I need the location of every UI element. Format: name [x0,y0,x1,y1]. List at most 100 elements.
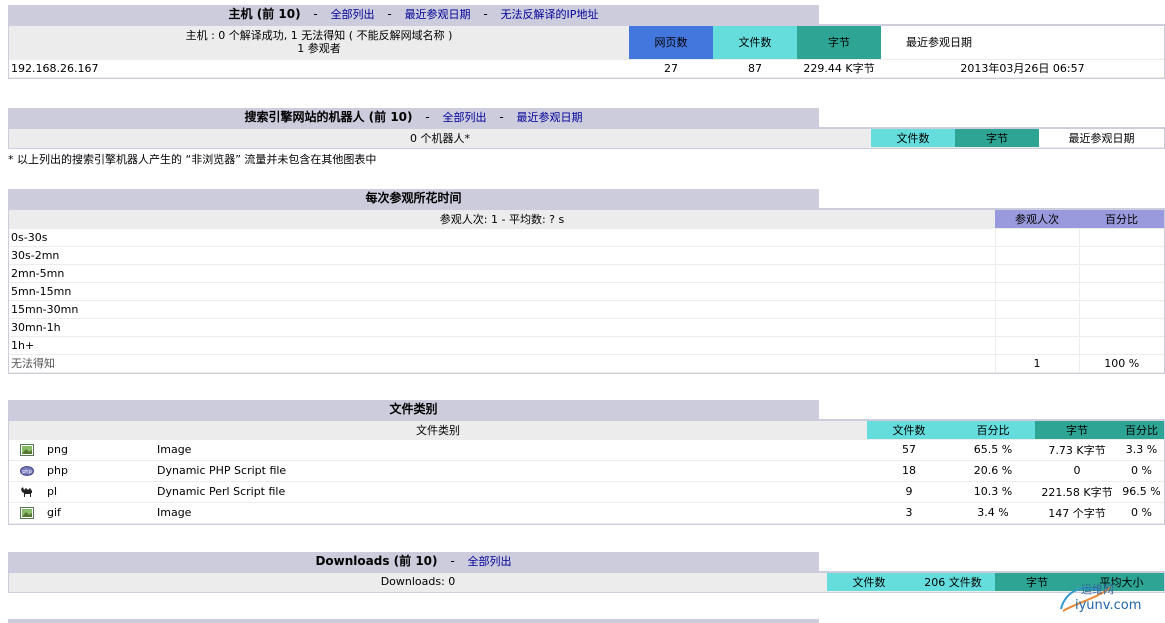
filetype-ext: pl [45,481,155,503]
table-row: gif Image 3 3.4 % 147 个字节 0 % [9,502,1164,524]
watermark-line2: iyunv.com [1075,598,1142,613]
host-last-visit: 2013年03月26日 06:57 [881,59,1164,78]
duration-label: 0s-30s [9,228,995,247]
hosts-title: 主机 (前 10) [228,7,301,21]
table-row: pl Dynamic Perl Script file 9 10.3 % 221… [9,481,1164,503]
filetype-files: 57 [867,439,952,461]
host-pages: 27 [629,59,713,78]
duration-visits [994,246,1079,265]
watermark-logo: 运维网 iyunv.com [1051,579,1161,619]
duration-visits [994,336,1079,355]
downloads-summary: Downloads: 0 [9,573,827,592]
downloads-link-full-list[interactable]: 全部列出 [468,555,512,568]
duration-section: 每次参观所花时间 参观人次: 1 - 平均数: ? s 参观人次 百分比 0s-… [8,189,1165,374]
duration-label: 15mn-30mn [9,300,995,319]
robots-header-files: 文件数 [871,129,955,148]
filetype-ext: gif [45,502,155,524]
filetype-bytes-percent: 3.3 % [1119,439,1164,461]
hosts-section: 主机 (前 10) - 全部列出 - 最近参观日期 - 无法反解译的IP地址 主… [8,5,1165,79]
downloads-section: Downloads (前 10) - 全部列出 Downloads: 0 文件数… [8,552,1165,593]
php-icon: php [9,460,45,482]
duration-label: 2mn-5mn [9,264,995,283]
filetype-desc: Image [155,502,868,524]
next-section-bar [8,619,819,623]
table-row: 192.168.26.167 27 87 229.44 K字节 2013年03月… [9,59,1164,78]
duration-label: 30mn-1h [9,318,995,337]
robots-summary: 0 个机器人* [9,129,871,148]
table-row: 1h+ [9,336,1164,355]
duration-label: 1h+ [9,336,995,355]
duration-label: 5mn-15mn [9,282,995,301]
duration-percent [1078,300,1164,319]
filetype-desc: Dynamic PHP Script file [155,460,868,482]
filetypes-header-bytes-percent: 百分比 [1119,421,1164,440]
duration-percent [1078,336,1164,355]
filetype-ext: png [45,439,155,461]
camel-icon [9,481,45,503]
image-icon [9,502,45,524]
robots-link-last-visit[interactable]: 最近参观日期 [517,111,583,124]
filetype-desc: Dynamic Perl Script file [155,481,868,503]
filetypes-header-bytes: 字节 [1035,421,1120,440]
downloads-title-bar: Downloads (前 10) - 全部列出 [8,552,819,571]
table-row: php php Dynamic PHP Script file 18 20.6 … [9,460,1164,482]
filetype-desc: Image [155,439,868,461]
table-row: 2mn-5mn [9,264,1164,283]
filetype-bytes: 0 [1035,460,1120,482]
filetypes-section: 文件类别 文件类别 文件数 百分比 字节 百分比 png Image 57 65… [8,400,1165,525]
downloads-header-206-files: 206 文件数 [911,573,995,592]
image-icon [9,439,45,461]
duration-percent: 100 % [1078,354,1164,373]
filetypes-title-bar: 文件类别 [8,400,819,419]
hosts-header-files: 文件数 [713,26,797,60]
robots-link-full-list[interactable]: 全部列出 [443,111,487,124]
robots-title: 搜索引擎网站的机器人 (前 10) [244,110,413,124]
hosts-title-bar: 主机 (前 10) - 全部列出 - 最近参观日期 - 无法反解译的IP地址 [8,5,819,24]
duration-header-percent: 百分比 [1079,210,1164,229]
filetypes-header-files-percent: 百分比 [951,421,1036,440]
duration-title: 每次参观所花时间 [365,191,462,205]
robots-title-bar: 搜索引擎网站的机器人 (前 10) - 全部列出 - 最近参观日期 [8,108,819,127]
duration-percent [1078,228,1164,247]
filetype-files-percent: 10.3 % [951,481,1036,503]
robots-header-last-visit: 最近参观日期 [1039,129,1164,148]
duration-visits: 1 [994,354,1079,373]
table-row: 15mn-30mn [9,300,1164,319]
table-row: 30s-2mn [9,246,1164,265]
duration-summary: 参观人次: 1 - 平均数: ? s [9,210,995,229]
hosts-summary: 主机 : 0 个解译成功, 1 无法得知 ( 不能反解网域名称 ) 1 参观者 [9,26,629,60]
table-row: 30mn-1h [9,318,1164,337]
duration-visits [994,228,1079,247]
duration-visits [994,300,1079,319]
filetype-bytes: 147 个字节 [1035,502,1120,524]
host-bytes: 229.44 K字节 [797,59,881,78]
filetype-files-percent: 3.4 % [951,502,1036,524]
table-row: 无法得知 1 100 % [9,354,1164,373]
hosts-header-bytes: 字节 [797,26,881,60]
hosts-header-pages: 网页数 [629,26,713,60]
duration-title-bar: 每次参观所花时间 [8,189,819,208]
filetypes-header-label: 文件类别 [9,421,868,440]
duration-percent [1078,264,1164,283]
downloads-header-files: 文件数 [827,573,911,592]
filetype-bytes-percent: 96.5 % [1119,481,1164,503]
duration-visits [994,282,1079,301]
filetype-bytes-percent: 0 % [1119,460,1164,482]
host-files: 87 [713,59,797,78]
duration-label: 无法得知 [9,354,995,373]
filetypes-header-files: 文件数 [867,421,952,440]
table-row: png Image 57 65.5 % 7.73 K字节 3.3 % [9,439,1164,461]
filetype-files: 3 [867,502,952,524]
hosts-link-unresolved[interactable]: 无法反解译的IP地址 [501,8,599,21]
hosts-link-full-list[interactable]: 全部列出 [331,8,375,21]
duration-percent [1078,282,1164,301]
hosts-link-last-visit[interactable]: 最近参观日期 [405,8,471,21]
filetype-bytes: 7.73 K字节 [1035,439,1120,461]
filetype-files: 9 [867,481,952,503]
robots-header-bytes: 字节 [955,129,1039,148]
table-row: 0s-30s [9,228,1164,247]
duration-percent [1078,318,1164,337]
duration-visits [994,264,1079,283]
filetype-bytes-percent: 0 % [1119,502,1164,524]
duration-percent [1078,246,1164,265]
